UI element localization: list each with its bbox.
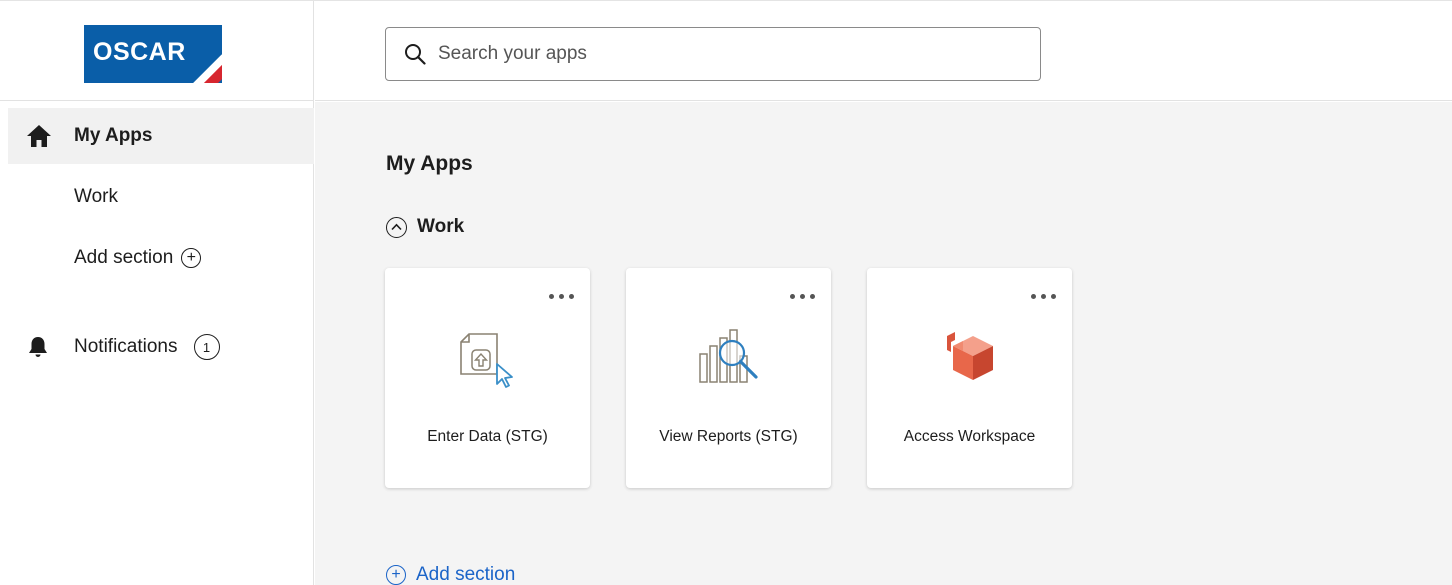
oscar-logo[interactable]: OSCAR bbox=[84, 25, 224, 85]
sidebar-item-add-section[interactable]: Add section + bbox=[8, 230, 314, 286]
section-toggle-work[interactable]: Work bbox=[386, 216, 464, 238]
chevron-up-circle-icon bbox=[386, 216, 407, 238]
add-section-button[interactable]: + Add section bbox=[386, 564, 515, 585]
sidebar-item-label: Add section bbox=[74, 247, 174, 268]
more-options-icon[interactable] bbox=[790, 290, 815, 303]
logo-badge: OSCAR bbox=[84, 25, 222, 83]
bell-icon bbox=[26, 335, 56, 359]
more-options-icon[interactable] bbox=[1031, 290, 1056, 303]
plus-circle-icon: + bbox=[386, 565, 406, 585]
app-card-label: Access Workspace bbox=[903, 428, 1036, 445]
search-input[interactable] bbox=[438, 43, 998, 65]
more-options-icon[interactable] bbox=[549, 290, 574, 303]
app-card-enter-data[interactable]: Enter Data (STG) bbox=[385, 268, 590, 488]
sidebar-item-notifications[interactable]: Notifications 1 bbox=[8, 319, 314, 375]
sidebar-divider bbox=[0, 100, 314, 101]
plus-circle-icon: + bbox=[181, 248, 202, 268]
home-icon bbox=[26, 124, 56, 148]
top-header bbox=[315, 1, 1452, 101]
main-content: My Apps Work Enter Data (STG) View Repor… bbox=[315, 102, 1452, 585]
section-label: Work bbox=[417, 216, 465, 237]
cube-icon bbox=[939, 326, 1003, 392]
sidebar-item-work[interactable]: Work bbox=[8, 169, 314, 225]
app-root: OSCAR My Apps Work Add section + Notific… bbox=[0, 0, 1452, 585]
sidebar: OSCAR My Apps Work Add section + Notific… bbox=[0, 1, 314, 585]
notification-count-badge: 1 bbox=[193, 334, 220, 360]
search-icon bbox=[404, 43, 426, 65]
sidebar-item-label: Notifications bbox=[74, 336, 178, 357]
sidebar-item-label: My Apps bbox=[74, 125, 153, 146]
app-card-view-reports[interactable]: View Reports (STG) bbox=[626, 268, 831, 488]
app-card-label: View Reports (STG) bbox=[659, 428, 798, 445]
sidebar-item-label: Work bbox=[74, 186, 118, 207]
page-title: My Apps bbox=[386, 152, 473, 175]
app-card-label: Enter Data (STG) bbox=[427, 428, 548, 445]
logo-text: OSCAR bbox=[93, 38, 186, 66]
app-card-access-workspace[interactable]: Access Workspace bbox=[867, 268, 1072, 488]
add-section-label: Add section bbox=[416, 564, 516, 585]
search-box[interactable] bbox=[385, 27, 1041, 81]
report-magnifier-icon bbox=[698, 326, 762, 392]
sidebar-item-my-apps[interactable]: My Apps bbox=[8, 108, 314, 164]
upload-document-icon bbox=[457, 326, 521, 392]
